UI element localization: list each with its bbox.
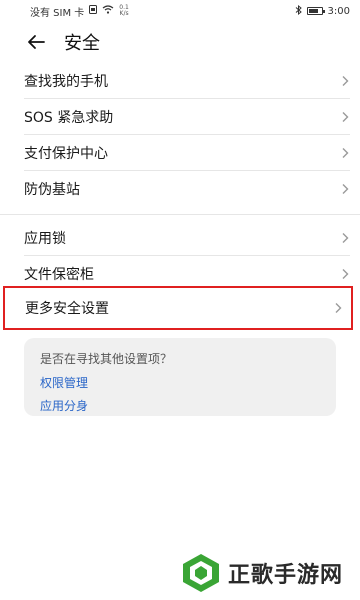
list-item-fake-base-station[interactable]: 防伪基站 xyxy=(24,171,350,207)
group-divider xyxy=(0,207,360,215)
watermark: 正歌手游网 xyxy=(180,552,343,594)
wifi-icon xyxy=(102,5,114,17)
status-right: 3:00 xyxy=(295,4,350,18)
list-item-label: 文件保密柜 xyxy=(24,267,94,283)
list-item-more-security-settings[interactable]: 更多安全设置 xyxy=(25,288,343,328)
security-list-group-1: 查找我的手机 SOS 紧急求助 支付保护中心 防伪基站 xyxy=(0,63,360,207)
battery-icon xyxy=(306,7,325,15)
list-item-payment-protection[interactable]: 支付保护中心 xyxy=(24,135,350,171)
highlight-box: 更多安全设置 xyxy=(3,286,353,330)
back-arrow-icon[interactable] xyxy=(26,32,46,52)
sim-icon xyxy=(89,5,98,17)
list-item-sos[interactable]: SOS 紧急求助 xyxy=(24,99,350,135)
status-bar: 没有 SIM 卡 0.1 K/s 3:00 xyxy=(0,0,360,22)
link-permission-management[interactable]: 权限管理 xyxy=(40,374,336,391)
suggestion-question: 是否在寻找其他设置项？ xyxy=(40,352,173,366)
list-item-label: 应用锁 xyxy=(24,230,66,247)
list-item-label: 查找我的手机 xyxy=(24,73,108,90)
watermark-logo-icon xyxy=(180,552,222,594)
chevron-right-icon xyxy=(333,302,343,314)
security-list-group-2: 应用锁 文件保密柜 xyxy=(0,220,360,292)
list-item-label: 防伪基站 xyxy=(24,182,80,198)
carrier-text: 没有 SIM 卡 xyxy=(30,7,85,19)
chevron-right-icon xyxy=(340,268,350,280)
list-item-label: SOS 紧急求助 xyxy=(24,109,114,126)
chevron-right-icon xyxy=(340,183,350,195)
clock-time: 3:00 xyxy=(327,5,350,17)
link-app-twin[interactable]: 应用分身 xyxy=(40,397,336,414)
net-speed: 0.1 K/s xyxy=(119,5,129,17)
chevron-right-icon xyxy=(340,232,350,244)
net-speed-unit: K/s xyxy=(119,10,129,17)
suggestion-card: 是否在寻找其他设置项？ 权限管理 应用分身 xyxy=(24,338,336,416)
chevron-right-icon xyxy=(340,147,350,159)
chevron-right-icon xyxy=(340,111,350,123)
list-item-label: 支付保护中心 xyxy=(24,145,108,162)
list-item-find-my-phone[interactable]: 查找我的手机 xyxy=(24,63,350,99)
header: 安全 xyxy=(0,22,360,62)
list-item-app-lock[interactable]: 应用锁 xyxy=(24,220,350,256)
watermark-text: 正歌手游网 xyxy=(228,563,344,588)
page-title: 安全 xyxy=(64,33,100,54)
chevron-right-icon xyxy=(340,75,350,87)
battery-fill xyxy=(308,9,319,13)
bluetooth-icon xyxy=(295,4,302,18)
list-item-label: 更多安全设置 xyxy=(25,301,109,317)
status-left: 没有 SIM 卡 0.1 K/s xyxy=(30,4,129,19)
